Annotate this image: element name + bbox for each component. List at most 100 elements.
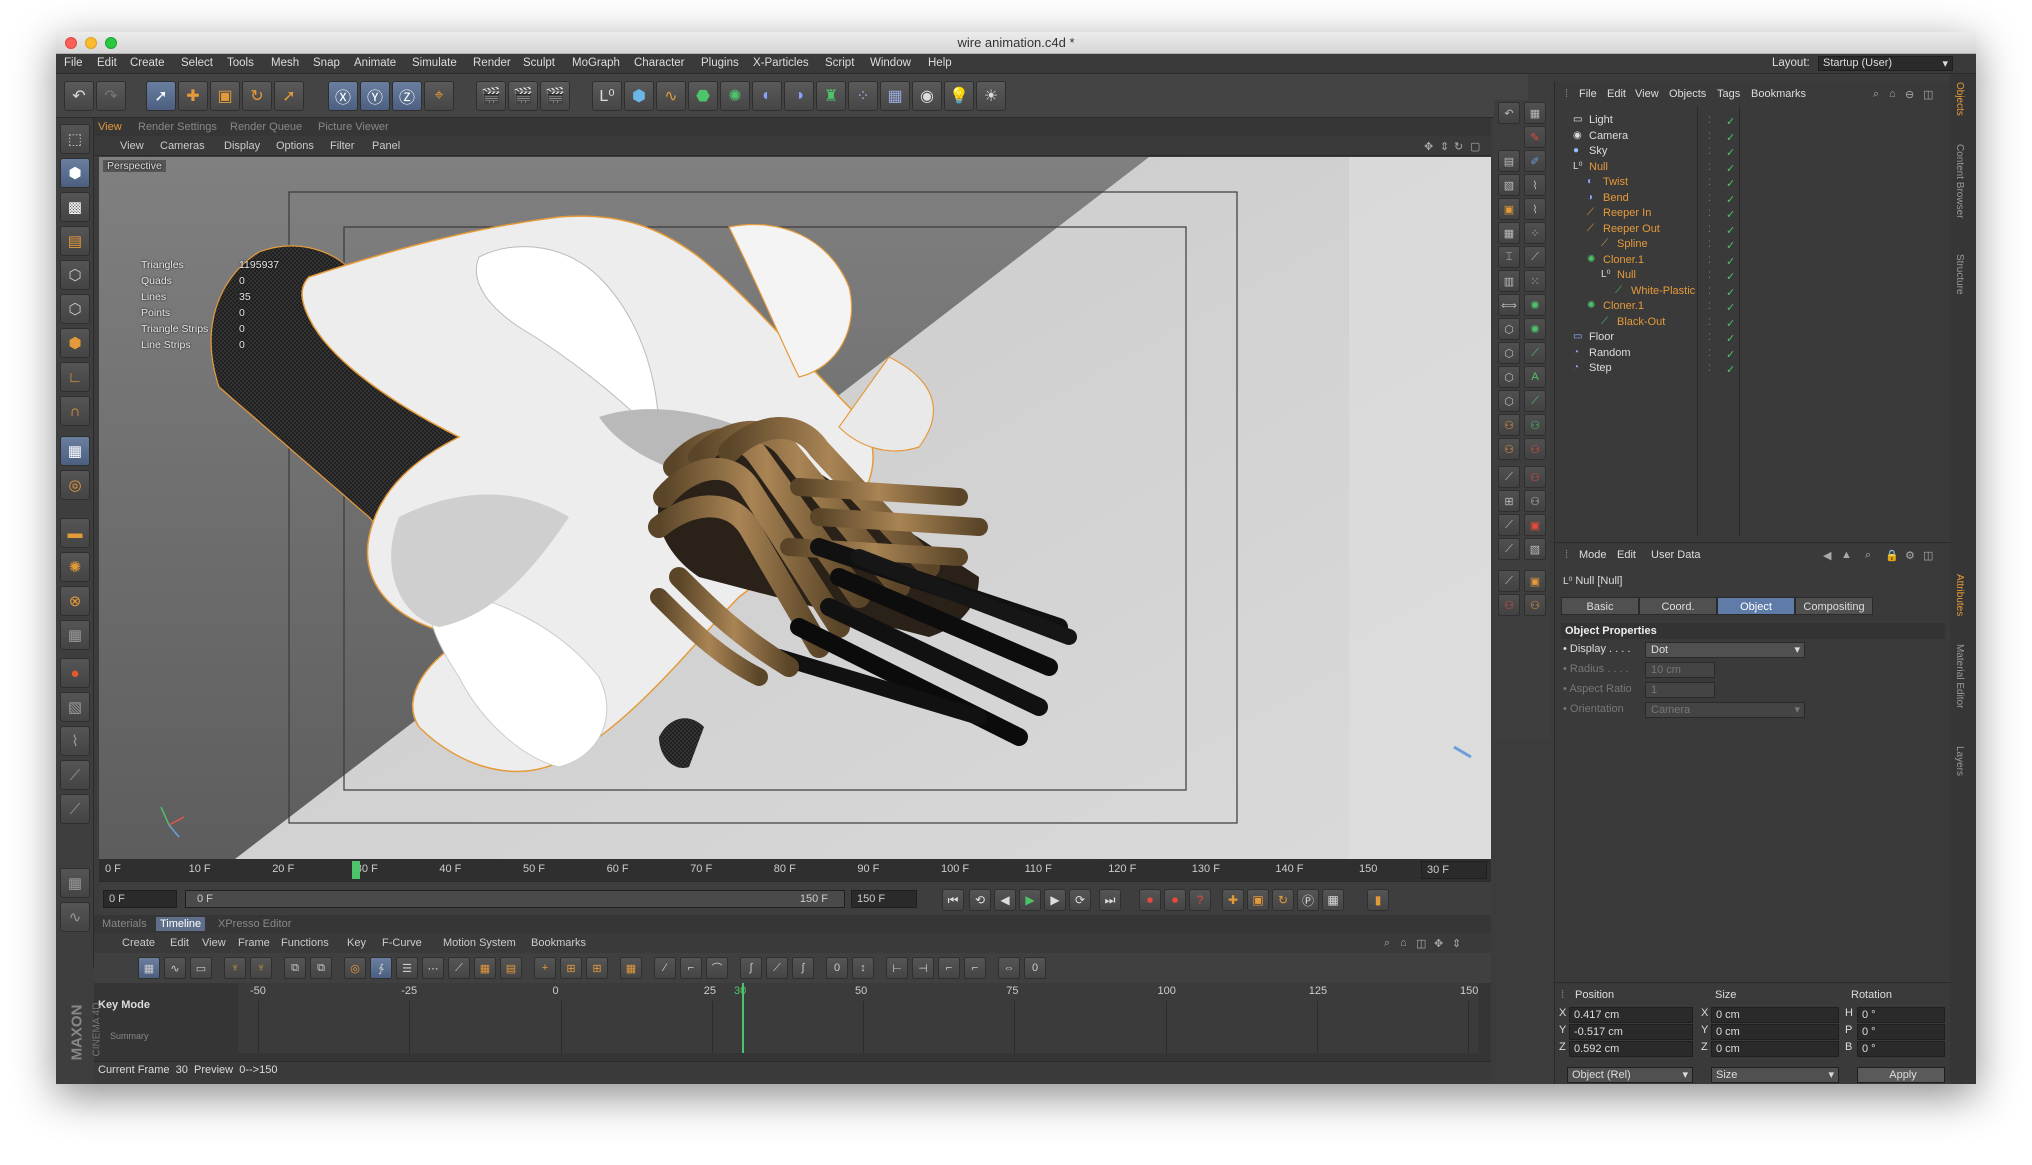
- effector-button[interactable]: ◑: [784, 81, 814, 111]
- palette-grid-button[interactable]: ▦: [1524, 102, 1546, 124]
- palette-undo-view-button[interactable]: ↶: [1498, 102, 1520, 124]
- previous-frame-button[interactable]: ◀: [994, 889, 1016, 911]
- collapse-icon[interactable]: ⊖: [1905, 88, 1914, 101]
- palette-pattern-button[interactable]: ▧: [1524, 538, 1546, 560]
- menu-select[interactable]: Select: [181, 57, 213, 69]
- palette-stroke-button[interactable]: ⟋: [1498, 466, 1520, 488]
- apply-button[interactable]: Apply: [1857, 1067, 1945, 1083]
- axis-mode-button[interactable]: ∟: [60, 362, 90, 392]
- snap-keys-button[interactable]: ◎: [344, 957, 366, 979]
- palette-brush-sculpt-button[interactable]: ⟋: [1498, 514, 1520, 536]
- key-position-button[interactable]: ✚: [1222, 889, 1244, 911]
- palette-brush-button[interactable]: ✐: [1524, 150, 1546, 172]
- size-field[interactable]: 0 cm: [1711, 1024, 1839, 1040]
- back-arrow-icon[interactable]: ◀: [1823, 549, 1831, 562]
- palette-smooth-button[interactable]: ⌇: [1524, 174, 1546, 196]
- palette-joint-button[interactable]: ⚇: [1524, 438, 1546, 460]
- objects-menu-tags[interactable]: Tags: [1717, 88, 1740, 100]
- auto-key-button[interactable]: ⏺: [1164, 889, 1186, 911]
- record-keys-all-button[interactable]: ♆: [250, 957, 272, 979]
- workplane-mode-button[interactable]: ▤: [60, 226, 90, 256]
- texture-mode-button[interactable]: ▩: [60, 192, 90, 222]
- z-axis-lock-button[interactable]: Ⓩ: [392, 81, 422, 111]
- start-frame-field[interactable]: 0 F: [103, 890, 177, 908]
- ease-ease-button[interactable]: ∫: [792, 957, 814, 979]
- 3d-viewport[interactable]: Perspective Triangles 1195937 Quads 0 Li…: [99, 157, 1491, 859]
- tab-render-settings[interactable]: Render Settings: [138, 121, 217, 133]
- position-field[interactable]: 0.592 cm: [1569, 1041, 1693, 1057]
- side-tab-objects[interactable]: Objects: [1954, 82, 1965, 116]
- viewport-menu-options[interactable]: Options: [276, 140, 314, 152]
- marker-range-button[interactable]: ⊞: [586, 957, 608, 979]
- lock-time-button[interactable]: ⊢: [886, 957, 908, 979]
- viewport-timeline-ruler[interactable]: 0 F 10 F 20 F 30 F 40 F 50 F 60 F 70 F 80 F 90 F 1…: [99, 859, 1491, 881]
- palette-spline-mask-button[interactable]: A: [1524, 366, 1546, 388]
- viewport-menu-panel[interactable]: Panel: [372, 140, 400, 152]
- linear-interp-button[interactable]: ∕: [654, 957, 676, 979]
- tab-render-queue[interactable]: Render Queue: [230, 121, 302, 133]
- zoom-icon[interactable]: ⇕: [1452, 937, 1461, 950]
- dope-sheet-playhead[interactable]: [742, 983, 744, 1053]
- fcurve-mode-button[interactable]: ∿: [164, 957, 186, 979]
- dope-sheet-mode-button[interactable]: ▦: [138, 957, 160, 979]
- attributes-menu-edit[interactable]: Edit: [1617, 549, 1636, 561]
- menu-mesh[interactable]: Mesh: [271, 57, 299, 69]
- palette-matrix-button[interactable]: ▦: [1498, 222, 1520, 244]
- palette-extrude-button[interactable]: ▧: [1498, 174, 1520, 196]
- objects-menu-file[interactable]: File: [1579, 88, 1597, 100]
- xpresso-button[interactable]: ⊗: [60, 586, 90, 616]
- timeline-menu-functions[interactable]: Functions: [281, 937, 329, 949]
- character-button[interactable]: ♜: [816, 81, 846, 111]
- tab-object[interactable]: Object: [1717, 597, 1795, 615]
- menu-character[interactable]: Character: [634, 57, 685, 69]
- make-editable-button[interactable]: ⬚: [60, 124, 90, 154]
- menu-mograph[interactable]: MoGraph: [572, 57, 620, 69]
- new-window-icon[interactable]: ◫: [1923, 88, 1933, 101]
- camera-label[interactable]: Perspective: [103, 160, 166, 172]
- timeline-menu-key[interactable]: Key: [347, 937, 366, 949]
- record-keys-button[interactable]: ♆: [224, 957, 246, 979]
- polygons-mode-button[interactable]: ⬢: [60, 328, 90, 358]
- minimize-window-button[interactable]: [85, 37, 97, 49]
- key-pla-button[interactable]: ▦: [1322, 889, 1344, 911]
- go-to-end-button[interactable]: ⏭: [1099, 889, 1121, 911]
- layout-select[interactable]: Startup (User) ▾: [1818, 56, 1953, 71]
- mograph-button[interactable]: ✺: [60, 552, 90, 582]
- workplane-lock-button[interactable]: ◎: [60, 470, 90, 500]
- menu-animate[interactable]: Animate: [354, 57, 396, 69]
- tab-xpresso-editor[interactable]: XPresso Editor: [214, 917, 295, 931]
- automatic-mode-button[interactable]: ∱: [370, 957, 392, 979]
- settings-icon[interactable]: ⚙: [1905, 549, 1915, 562]
- menu-create[interactable]: Create: [130, 57, 165, 69]
- undo-button[interactable]: ↶: [64, 81, 94, 111]
- palette-mograph-button[interactable]: ✺: [1524, 294, 1546, 316]
- size-field[interactable]: 0 cm: [1711, 1041, 1839, 1057]
- tab-timeline[interactable]: Timeline: [156, 917, 206, 931]
- subdivision-button[interactable]: ⬣: [688, 81, 718, 111]
- sky-button[interactable]: ☀: [976, 81, 1006, 111]
- motion-tracker-button[interactable]: ⟋: [60, 760, 90, 790]
- palette-python-button[interactable]: ▣: [1524, 570, 1546, 592]
- dope-sheet-button[interactable]: ▦: [60, 868, 90, 898]
- menu-tools[interactable]: Tools: [227, 57, 254, 69]
- rotate-view-icon[interactable]: ↻: [1454, 140, 1463, 153]
- timeline-menu-create[interactable]: Create: [122, 937, 155, 949]
- hair-button[interactable]: ⌇: [60, 726, 90, 756]
- palette-signal-button[interactable]: ⚇: [1498, 594, 1520, 616]
- tangent-button[interactable]: ⌐: [964, 957, 986, 979]
- timeline-menu-edit[interactable]: Edit: [170, 937, 189, 949]
- home-icon[interactable]: ⌂: [1400, 937, 1407, 949]
- timeline-window-button[interactable]: ▮: [1367, 889, 1389, 911]
- render-picture-viewer-button[interactable]: 🎬: [508, 81, 538, 111]
- y-axis-lock-button[interactable]: Ⓨ: [360, 81, 390, 111]
- render-view-button[interactable]: 🎬: [476, 81, 506, 111]
- palette-loop-button[interactable]: ▥: [1498, 270, 1520, 292]
- search-icon[interactable]: ⌕: [1865, 549, 1871, 562]
- timeline-menu-frame[interactable]: Frame: [238, 937, 270, 949]
- break-tangent-button[interactable]: ⌐: [938, 957, 960, 979]
- show-tracks-button[interactable]: ☰: [396, 957, 418, 979]
- previous-key-button[interactable]: ⟲: [969, 889, 991, 911]
- grid-button[interactable]: ▦: [60, 620, 90, 650]
- rotation-field[interactable]: 0 °: [1857, 1007, 1945, 1023]
- floor-button[interactable]: ▦: [880, 81, 910, 111]
